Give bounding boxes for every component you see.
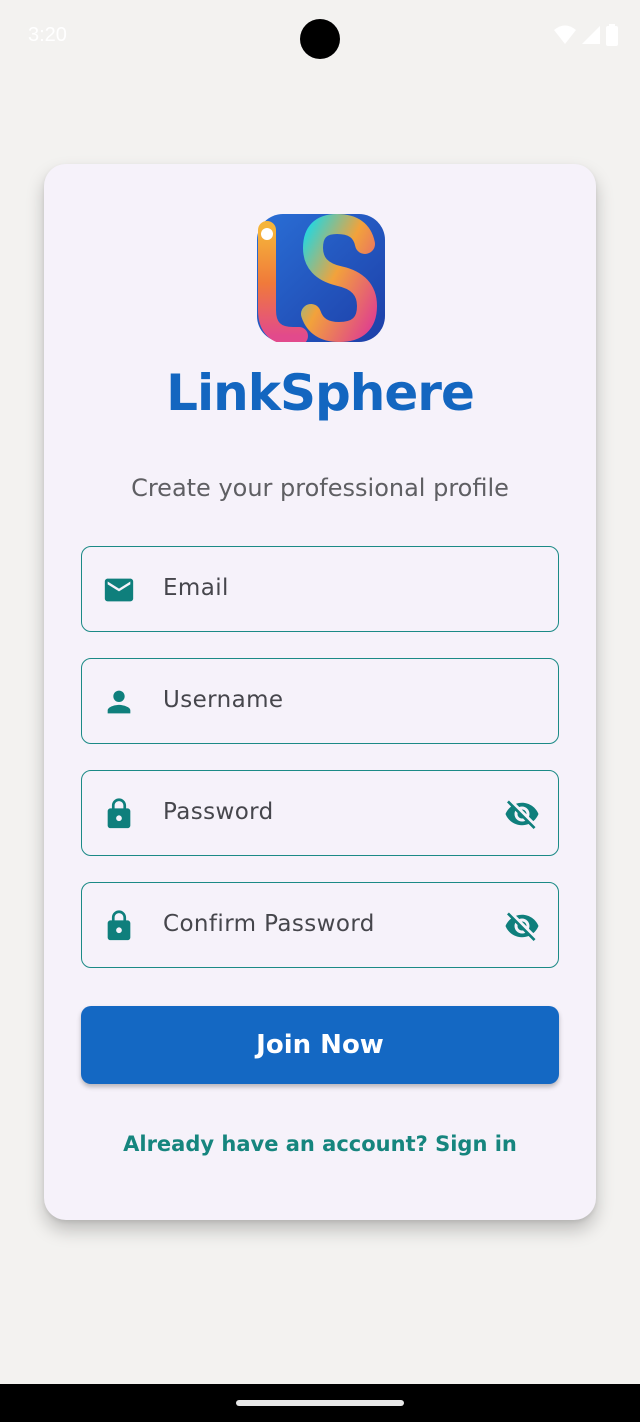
navigation-bar [0, 1384, 640, 1422]
app-name: LinkSphere [166, 364, 475, 422]
signup-card: LinkSphere Create your professional prof… [44, 164, 596, 1220]
email-label: Email [163, 575, 229, 601]
join-now-label: Join Now [256, 1030, 384, 1060]
app-logo-icon [257, 214, 385, 342]
confirm-password-label: Confirm Password [163, 911, 375, 937]
home-handle[interactable] [236, 1400, 404, 1406]
email-icon [104, 578, 134, 602]
person-icon [107, 690, 131, 714]
visibility-off-icon[interactable] [504, 796, 540, 832]
subtitle: Create your professional profile [131, 474, 509, 502]
join-now-button[interactable]: Join Now [81, 1006, 559, 1084]
battery-icon [606, 24, 618, 46]
status-icons [554, 24, 618, 46]
wifi-icon [554, 25, 576, 44]
signin-link[interactable]: Already have an account? Sign in [44, 1132, 596, 1156]
password-label: Password [163, 799, 274, 825]
status-bar: 3:20 [0, 0, 640, 72]
username-field[interactable]: Username [81, 658, 559, 744]
visibility-off-icon[interactable] [504, 908, 540, 944]
username-label: Username [163, 687, 284, 713]
lock-icon [107, 798, 131, 829]
cellular-signal-icon [582, 26, 600, 44]
confirm-password-field[interactable]: Confirm Password [81, 882, 559, 968]
password-field[interactable]: Password [81, 770, 559, 856]
status-time: 3:20 [28, 24, 67, 46]
camera-cutout [300, 19, 340, 59]
signup-screen: 3:20 LinkSphere Create your professional… [0, 0, 640, 1422]
email-field[interactable]: Email [81, 546, 559, 632]
lock-icon [107, 910, 131, 941]
